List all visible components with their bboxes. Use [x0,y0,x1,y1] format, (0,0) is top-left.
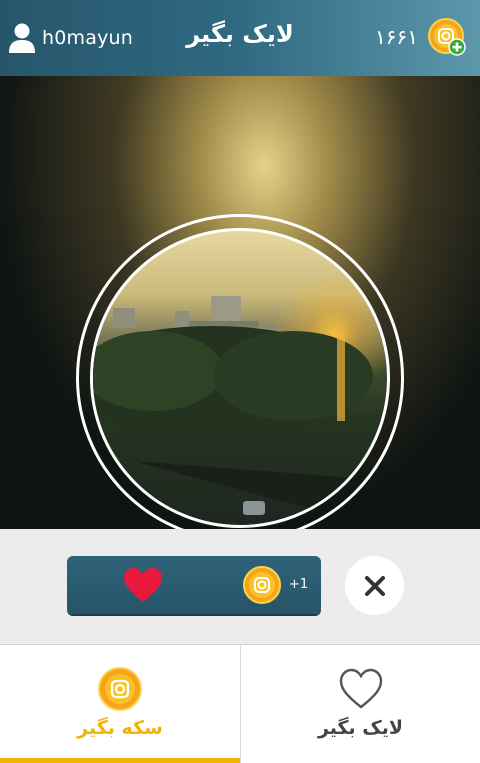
active-tab-indicator [0,758,240,763]
photo-thumbnail [90,228,390,528]
tab-label: سکه بگیر [77,717,163,739]
coin-reward: +1 [289,577,309,592]
coin-icon [98,667,142,711]
bottom-tabs: سکه بگیر لایک بگیر [0,645,480,763]
add-coins-icon[interactable] [428,18,466,56]
city-scene-image [93,296,387,525]
action-bar: +1 [0,529,480,645]
coin-balance[interactable]: ۱۶۶۱ [375,18,466,56]
like-button[interactable]: +1 [67,556,321,614]
heart-icon [124,568,162,602]
tab-get-coins[interactable]: سکه بگیر [0,645,240,763]
coin-count: ۱۶۶۱ [375,25,418,49]
tab-get-likes[interactable]: لایک بگیر [240,645,480,763]
tab-label: لایک بگیر [317,717,404,739]
post-photo [0,76,480,529]
heart-outline-icon [339,668,382,709]
top-bar: h0mayun لایک بگیر ۱۶۶۱ [0,0,480,76]
skip-button[interactable] [345,556,404,615]
close-icon [364,575,385,596]
coin-icon [243,566,281,604]
